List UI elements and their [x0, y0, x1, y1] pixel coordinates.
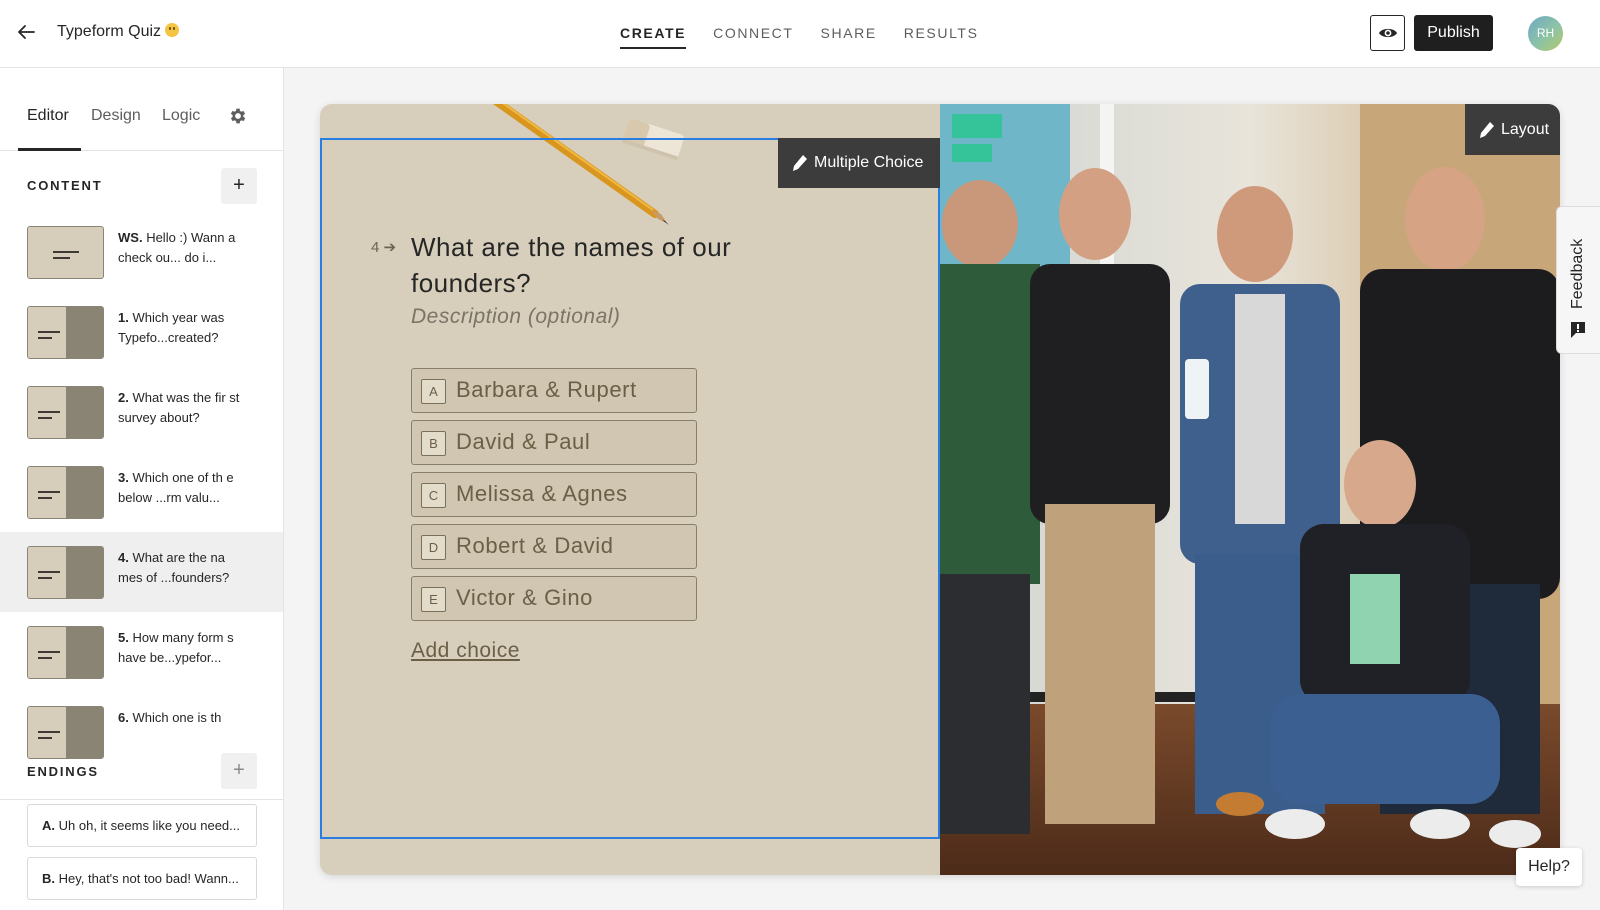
tab-results[interactable]: RESULTS — [904, 0, 979, 68]
choice-key: B — [421, 431, 446, 456]
question-title[interactable]: What are the names of our founders? — [411, 229, 791, 301]
pencil-icon — [1480, 122, 1494, 138]
question-text: 4. What are the na mes of ...founders? — [118, 550, 230, 585]
choice-label: Robert & David — [456, 533, 614, 558]
question-item-1[interactable]: 1. Which year was Typefo...created? — [0, 292, 283, 372]
help-button[interactable]: Help? — [1516, 848, 1582, 886]
choice-c[interactable]: C Melissa & Agnes — [411, 472, 697, 517]
feedback-icon — [1571, 322, 1585, 338]
active-tab-indicator — [18, 148, 81, 151]
choice-key: E — [421, 587, 446, 612]
question-thumbnail — [27, 546, 104, 599]
question-text: 3. Which one of th e below ...rm valu... — [118, 470, 234, 505]
form-canvas: 4 ➔ What are the names of our founders? … — [320, 104, 1560, 875]
question-thumbnail — [27, 226, 104, 279]
layout-button[interactable]: Layout — [1465, 104, 1560, 155]
main-nav: CREATE CONNECT SHARE RESULTS — [620, 0, 979, 68]
content-section-label: CONTENT — [27, 178, 103, 193]
feedback-tab[interactable]: Feedback — [1556, 206, 1600, 354]
question-number: 4 ➔ — [371, 239, 397, 256]
question-thumbnail — [27, 306, 104, 359]
choice-a[interactable]: A Barbara & Rupert — [411, 368, 697, 413]
question-thumbnail — [27, 386, 104, 439]
question-list: WS. Hello :) Wann a check ou... do i... … — [0, 212, 283, 798]
question-description-placeholder[interactable]: Description (optional) — [411, 305, 620, 329]
add-question-button[interactable]: + — [221, 168, 257, 204]
question-text: 1. Which year was Typefo...created? — [118, 310, 225, 345]
add-choice-link[interactable]: Add choice — [411, 639, 520, 663]
question-text: WS. Hello :) Wann a check ou... do i... — [118, 230, 236, 265]
question-item-4[interactable]: 4. What are the na mes of ...founders? — [0, 532, 283, 612]
question-type-chip[interactable]: Multiple Choice — [778, 138, 940, 188]
publish-button[interactable]: Publish — [1414, 15, 1493, 51]
sidebar-tabs: Editor Design Logic — [0, 68, 283, 151]
eye-icon — [1378, 28, 1397, 38]
endings-divider — [0, 799, 283, 800]
question-item-3[interactable]: 3. Which one of th e below ...rm valu... — [0, 452, 283, 532]
choice-b[interactable]: B David & Paul — [411, 420, 697, 465]
question-item-2[interactable]: 2. What was the fir st survey about? — [0, 372, 283, 452]
feedback-label: Feedback — [1569, 238, 1586, 309]
eraser-illustration — [621, 118, 684, 161]
ending-item-a[interactable]: A. Uh oh, it seems like you need... — [27, 804, 257, 847]
top-bar: Typeform Quiz CREATE CONNECT SHARE RESUL… — [0, 0, 1600, 68]
question-thumbnail — [27, 466, 104, 519]
ending-item-b[interactable]: B. Hey, that's not too bad! Wann... — [27, 857, 257, 900]
choice-label: Victor & Gino — [456, 585, 594, 610]
choice-key: D — [421, 535, 446, 560]
question-text: 6. Which one is th — [118, 710, 222, 725]
form-title-text: Typeform Quiz — [57, 23, 162, 40]
founders-photo[interactable] — [940, 104, 1560, 875]
preview-button[interactable] — [1370, 15, 1405, 51]
question-thumbnail — [27, 706, 104, 759]
question-item-5[interactable]: 5. How many form s have be...ypefor... — [0, 612, 283, 692]
question-text: 2. What was the fir st survey about? — [118, 390, 240, 425]
add-ending-button[interactable]: + — [221, 753, 257, 789]
arrow-right-icon: ➔ — [383, 239, 397, 256]
choice-e[interactable]: E Victor & Gino — [411, 576, 697, 621]
smiley-emoji-icon — [165, 23, 180, 37]
tab-connect[interactable]: CONNECT — [713, 0, 793, 68]
choice-key: A — [421, 379, 446, 404]
choice-d[interactable]: D Robert & David — [411, 524, 697, 569]
tab-design[interactable]: Design — [91, 107, 141, 125]
pencil-icon — [793, 155, 807, 171]
question-item-ws[interactable]: WS. Hello :) Wann a check ou... do i... — [0, 212, 283, 292]
tab-logic[interactable]: Logic — [162, 107, 200, 125]
sidebar: Editor Design Logic CONTENT + WS. Hello … — [0, 68, 284, 910]
question-thumbnail — [27, 626, 104, 679]
choice-key: C — [421, 483, 446, 508]
gear-icon[interactable] — [228, 106, 248, 126]
choice-label: Barbara & Rupert — [456, 377, 637, 402]
endings-section-label: ENDINGS — [27, 764, 99, 779]
choice-label: Melissa & Agnes — [456, 481, 628, 506]
form-title[interactable]: Typeform Quiz — [57, 23, 180, 41]
tab-share[interactable]: SHARE — [821, 0, 877, 68]
back-arrow-icon[interactable] — [14, 20, 38, 44]
tab-create[interactable]: CREATE — [620, 0, 687, 68]
question-text: 5. How many form s have be...ypefor... — [118, 630, 234, 665]
user-avatar[interactable]: RH — [1528, 16, 1563, 51]
choice-label: David & Paul — [456, 429, 591, 454]
tab-editor[interactable]: Editor — [27, 107, 69, 125]
